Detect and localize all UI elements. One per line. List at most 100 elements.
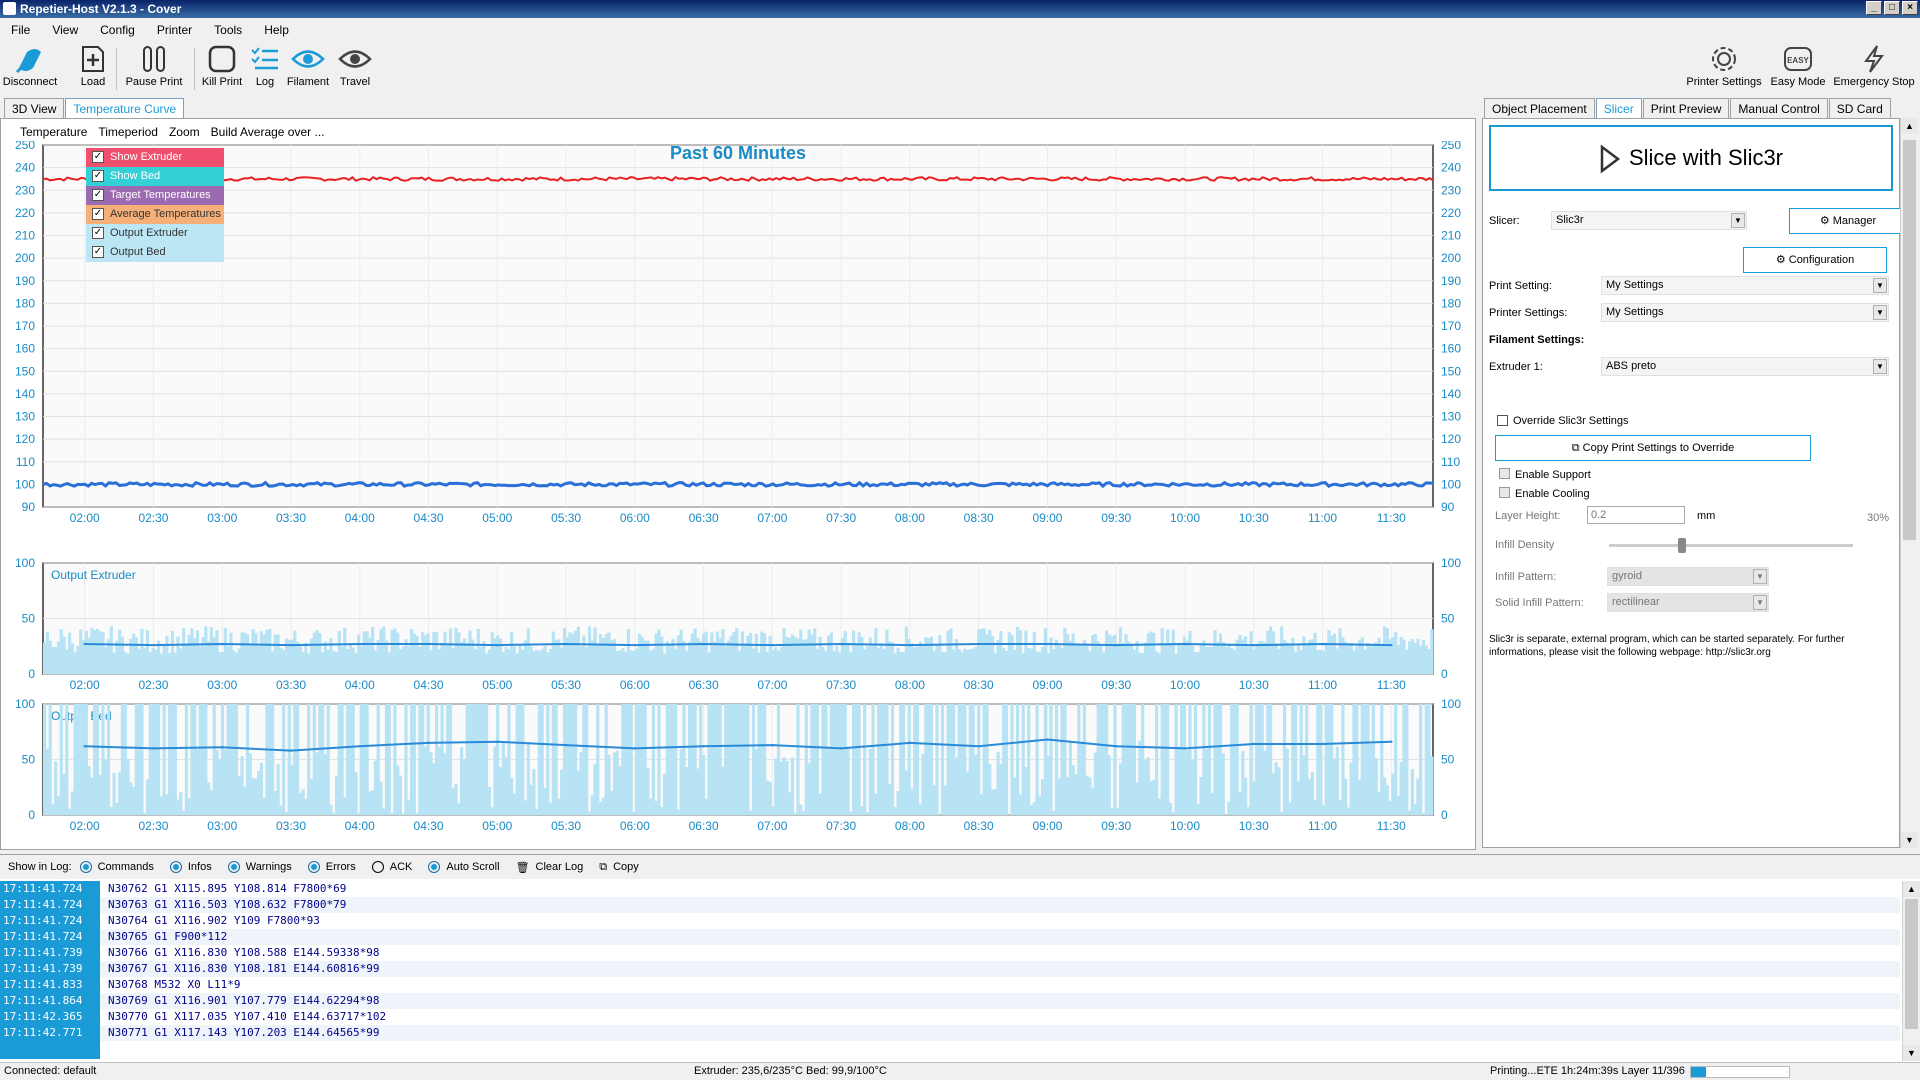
enable-cooling-checkbox[interactable] [1499, 487, 1510, 498]
output-bar [318, 704, 322, 815]
close-button[interactable]: × [1902, 1, 1918, 15]
output-bar [365, 704, 369, 815]
infill-pattern-select[interactable]: gyroid ▼ [1607, 567, 1769, 586]
log-row[interactable]: 17:11:41.724 N30764 G1 X116.902 Y109 F780… [0, 913, 1900, 929]
slicer-label: Slicer: [1489, 215, 1520, 227]
layer-height-input[interactable]: 0.2 [1587, 506, 1685, 524]
printer-settings-select[interactable]: My Settings ▼ [1601, 303, 1889, 322]
override-checkbox[interactable] [1497, 415, 1508, 426]
log-row[interactable]: 17:11:41.724 N30765 G1 F900*112 [0, 929, 1900, 945]
slicer-select[interactable]: Slic3r ▼ [1551, 211, 1747, 230]
output-bar [1143, 759, 1148, 815]
output-bar [1232, 704, 1236, 815]
legend-output-extruder[interactable]: ✓ Output Extruder [86, 224, 224, 243]
menu-config[interactable]: Config [89, 20, 146, 40]
output-bar [1319, 704, 1323, 815]
filter-commands[interactable]: Commands [79, 861, 154, 873]
pause-print-button[interactable]: Pause Print [124, 42, 184, 94]
tab-3d-view[interactable]: 3D View [4, 98, 65, 120]
travel-button[interactable]: Travel [334, 42, 376, 94]
maximize-button[interactable]: □ [1884, 1, 1900, 15]
print-setting-select[interactable]: My Settings ▼ [1601, 276, 1889, 295]
slicer-scrollbar[interactable]: ▲ ▼ [1900, 118, 1918, 848]
log-row[interactable]: 17:11:41.739 N30766 G1 X116.830 Y108.588 … [0, 945, 1900, 961]
menu-printer[interactable]: Printer [146, 20, 203, 40]
output-bar [665, 641, 669, 674]
output-bar [412, 633, 416, 674]
tab-print-preview[interactable]: Print Preview [1642, 98, 1730, 120]
menu-file[interactable]: File [0, 20, 41, 40]
tab-object-placement[interactable]: Object Placement [1484, 98, 1595, 120]
kill-print-button[interactable]: Kill Print [200, 42, 244, 94]
menu-tools[interactable]: Tools [203, 20, 253, 40]
log-row[interactable]: 17:11:41.864 N30769 G1 X116.901 Y107.779 … [0, 993, 1900, 1009]
output-bar [1057, 778, 1061, 815]
output-bar [585, 704, 589, 815]
legend-show-extruder[interactable]: ✓ Show Extruder [86, 148, 224, 167]
log-scrollbar[interactable]: ▲ ▼ [1902, 881, 1920, 1061]
disconnect-button[interactable]: Disconnect [2, 42, 58, 94]
output-bar [87, 766, 91, 815]
manager-button[interactable]: ⚙ Manager [1789, 208, 1907, 234]
clear-log-button[interactable]: 🗑 Clear Log [516, 861, 584, 874]
slice-button[interactable]: Slice with Slic3r [1489, 125, 1893, 191]
chart-menu-build-average[interactable]: Build Average over ... [211, 125, 325, 139]
filter-errors[interactable]: Errors [307, 861, 356, 873]
load-button[interactable]: Load [76, 42, 110, 94]
output-bar [899, 652, 903, 674]
filter-ack[interactable]: ACK [371, 861, 412, 873]
output-bar [1277, 648, 1281, 674]
log-row[interactable]: 17:11:41.724 N30762 G1 X115.895 Y108.814 … [0, 881, 1900, 897]
tab-slicer[interactable]: Slicer [1595, 98, 1642, 120]
log-row[interactable]: 17:11:41.833 N30768 M532 X0 L11*9 [0, 977, 1900, 993]
slider-thumb[interactable] [1678, 538, 1687, 553]
legend-output-bed[interactable]: ✓ Output Bed [86, 243, 224, 262]
y-tick-label: 140 [1441, 387, 1461, 401]
chart-menu-timeperiod[interactable]: Timeperiod [98, 125, 158, 139]
copy-log-button[interactable]: ⧉ Copy [599, 861, 639, 874]
tab-manual-control[interactable]: Manual Control [1730, 98, 1828, 120]
tab-sd-card[interactable]: SD Card [1828, 98, 1891, 120]
output-bar [334, 652, 339, 674]
log-row[interactable]: 17:11:41.739 N30767 G1 X116.830 Y108.181 … [0, 961, 1900, 977]
configuration-button[interactable]: ⚙ Configuration [1743, 247, 1887, 273]
data-point [564, 642, 568, 646]
legend-show-bed[interactable]: ✓ Show Bed [86, 167, 224, 186]
solid-infill-select[interactable]: rectilinear ▼ [1607, 593, 1769, 612]
log-button[interactable]: Log [248, 42, 282, 94]
chart-menu-temperature[interactable]: Temperature [20, 125, 87, 139]
output-bar [662, 653, 667, 674]
enable-support-checkbox[interactable] [1499, 468, 1510, 479]
filter-warnings[interactable]: Warnings [227, 861, 292, 873]
printer-settings-button[interactable]: Printer Settings [1684, 42, 1764, 94]
copy-print-settings-button[interactable]: ⧉ Copy Print Settings to Override [1495, 435, 1811, 461]
output-bar [68, 632, 72, 674]
menu-view[interactable]: View [41, 20, 89, 40]
x-tick-label: 03:00 [207, 678, 237, 692]
output-bar [307, 653, 311, 674]
auto-scroll-toggle[interactable]: Auto Scroll [428, 861, 500, 873]
legend-target-temperatures[interactable]: ✓ Target Temperatures [86, 186, 224, 205]
output-bar [321, 652, 325, 674]
minimize-button[interactable]: _ [1866, 1, 1882, 15]
output-bar [829, 632, 833, 674]
legend-average-temperatures[interactable]: ✓ Average Temperatures [86, 205, 224, 224]
easy-mode-button[interactable]: EASY Easy Mode [1768, 42, 1828, 94]
output-bar [540, 648, 544, 674]
filament-button[interactable]: Filament [286, 42, 330, 94]
extruder1-select[interactable]: ABS preto ▼ [1601, 357, 1889, 376]
output-bar [471, 704, 475, 815]
tab-temperature-curve[interactable]: Temperature Curve [65, 98, 185, 120]
infill-density-slider[interactable] [1609, 538, 1853, 553]
log-row[interactable]: 17:11:41.724 N30763 G1 X116.503 Y108.632 … [0, 897, 1900, 913]
log-row[interactable]: 17:11:42.771 N30771 G1 X117.143 Y107.203 … [0, 1025, 1900, 1041]
log-row[interactable]: 17:11:42.365 N30770 G1 X117.035 Y107.410 … [0, 1009, 1900, 1025]
filter-infos[interactable]: Infos [169, 861, 212, 873]
emergency-stop-button[interactable]: Emergency Stop [1832, 42, 1916, 94]
output-bar [73, 652, 77, 674]
menu-help[interactable]: Help [253, 20, 300, 40]
chart-menu-zoom[interactable]: Zoom [169, 125, 200, 139]
y-tick-label: 210 [15, 229, 35, 243]
output-bar [498, 767, 503, 815]
y-tick-label: 100 [15, 697, 35, 711]
